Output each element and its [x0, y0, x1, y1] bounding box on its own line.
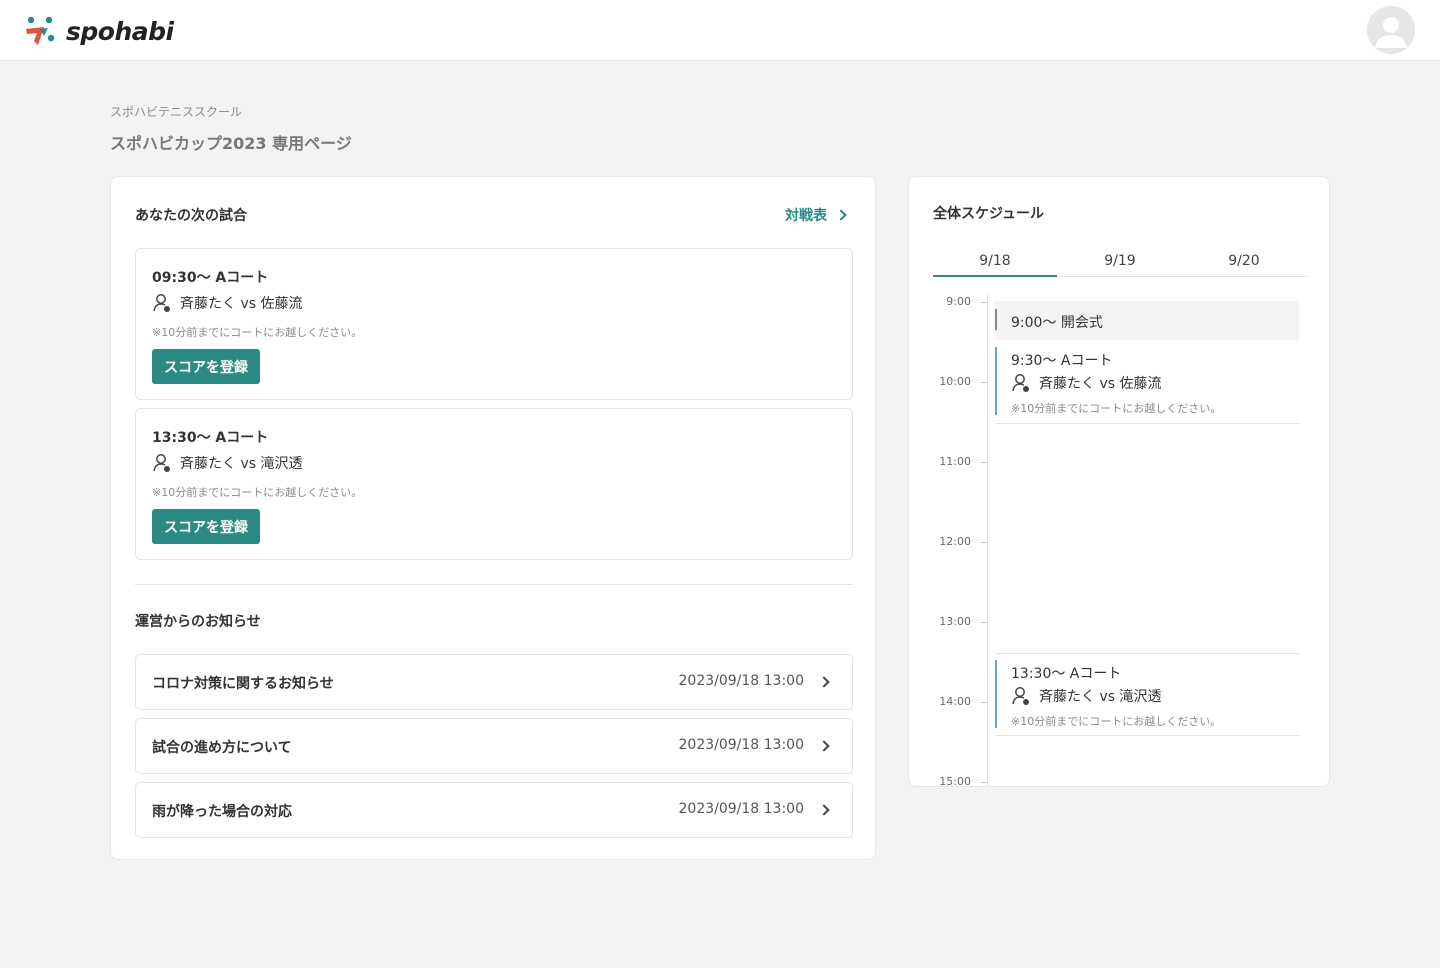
tab-date[interactable]: 9/20 — [1182, 245, 1306, 277]
next-match-title: あなたの次の試合 — [135, 208, 247, 224]
notice-date: 2023/09/18 13:00 — [678, 801, 805, 817]
hour-tick — [981, 302, 987, 303]
schedule-title: 全体スケジュール — [933, 206, 1045, 222]
hour-tick — [981, 622, 987, 623]
match-players: 斉藤たく vs 滝沢透 — [152, 453, 302, 473]
event-bar — [995, 660, 997, 728]
logo-text: spohabi — [66, 16, 174, 46]
event-title: 13:30〜 Aコート — [1011, 666, 1122, 682]
person-icon — [1012, 687, 1029, 705]
organization-name: スポハビテニススクール — [110, 105, 243, 119]
chevron-right-icon — [818, 804, 830, 816]
schedule-timeline[interactable]: 9:00 10:00 11:00 12:00 13:00 14:00 15:00… — [909, 287, 1329, 787]
hour-label: 9:00 — [946, 295, 971, 308]
match-time: 09:30〜 Aコート — [152, 270, 269, 286]
hour-label: 10:00 — [939, 375, 971, 388]
event-players: 斉藤たく vs 滝沢透 — [1011, 686, 1161, 706]
app-header: spohabi — [0, 0, 1440, 61]
players-label: 斉藤たく vs 佐藤流 — [1039, 376, 1162, 392]
chevron-right-icon — [818, 740, 830, 752]
chevron-right-icon — [818, 676, 830, 688]
event-note: ※10分前までにコートにお越しください。 — [1011, 402, 1222, 415]
register-score-button[interactable]: スコアを登録 — [152, 349, 260, 384]
notice-item[interactable]: コロナ対策に関するお知らせ 2023/09/18 13:00 — [135, 654, 853, 710]
register-score-button[interactable]: スコアを登録 — [152, 509, 260, 544]
match-card: 09:30〜 Aコート 斉藤たく vs 佐藤流 ※10分前までにコートにお越しく… — [135, 248, 853, 400]
tab-date[interactable]: 9/18 — [933, 245, 1057, 277]
players-label: 斉藤たく vs 滝沢透 — [1039, 689, 1162, 705]
event-title: 9:00〜 開会式 — [1011, 315, 1103, 331]
schedule-event-match[interactable]: 13:30〜 Aコート 斉藤たく vs 滝沢透 ※10分前までにコートにお越しく… — [995, 653, 1299, 736]
hour-tick — [981, 782, 987, 783]
event-bar — [995, 347, 997, 415]
hour-tick — [981, 462, 987, 463]
schedule-event-match[interactable]: 9:30〜 Aコート 斉藤たく vs 佐藤流 ※10分前までにコートにお越しくだ… — [995, 343, 1299, 424]
notice-title: コロナ対策に関するお知らせ — [152, 676, 334, 692]
notice-title: 試合の進め方について — [152, 740, 292, 756]
players-label: 斉藤たく vs 佐藤流 — [180, 296, 303, 312]
tab-date[interactable]: 9/19 — [1058, 245, 1182, 277]
match-note: ※10分前までにコートにお越しください。 — [152, 486, 363, 499]
hour-label: 15:00 — [939, 775, 971, 787]
notice-item[interactable]: 雨が降った場合の対応 2023/09/18 13:00 — [135, 782, 853, 838]
notice-date: 2023/09/18 13:00 — [678, 737, 805, 753]
hour-label: 14:00 — [939, 695, 971, 708]
match-time: 13:30〜 Aコート — [152, 430, 269, 446]
next-match-card: あなたの次の試合 対戦表 09:30〜 Aコート 斉藤たく vs 佐藤流 ※10… — [110, 176, 876, 860]
notices-title: 運営からのお知らせ — [135, 614, 261, 630]
date-tabs: 9/18 9/19 9/20 — [933, 245, 1307, 277]
hour-label: 13:00 — [939, 615, 971, 628]
notice-item[interactable]: 試合の進め方について 2023/09/18 13:00 — [135, 718, 853, 774]
hour-tick — [981, 702, 987, 703]
schedule-card: 全体スケジュール 9/18 9/19 9/20 9:00 10:00 11:00… — [908, 176, 1330, 787]
bracket-link[interactable]: 対戦表 — [785, 205, 847, 225]
event-title: 9:30〜 Aコート — [1011, 353, 1113, 369]
notice-date: 2023/09/18 13:00 — [678, 673, 805, 689]
hour-tick — [981, 542, 987, 543]
event-bar — [995, 309, 997, 330]
notice-title: 雨が降った場合の対応 — [152, 804, 292, 820]
match-note: ※10分前までにコートにお越しください。 — [152, 326, 363, 339]
event-players: 斉藤たく vs 佐藤流 — [1011, 373, 1161, 393]
user-avatar[interactable] — [1367, 6, 1415, 54]
logo[interactable]: spohabi — [24, 14, 174, 48]
hour-label: 11:00 — [939, 455, 971, 468]
person-icon — [1012, 374, 1029, 392]
bracket-link-label: 対戦表 — [785, 208, 827, 224]
hour-tick — [981, 382, 987, 383]
match-card: 13:30〜 Aコート 斉藤たく vs 滝沢透 ※10分前までにコートにお越しく… — [135, 408, 853, 560]
user-icon — [1367, 6, 1415, 54]
schedule-event-ceremony[interactable]: 9:00〜 開会式 — [995, 301, 1299, 340]
match-players: 斉藤たく vs 佐藤流 — [152, 293, 302, 313]
spohabi-logo-icon — [26, 16, 55, 45]
page-title: スポハビカップ2023 専用ページ — [110, 134, 352, 153]
hour-label: 12:00 — [939, 535, 971, 548]
event-note: ※10分前までにコートにお越しください。 — [1011, 715, 1222, 728]
person-icon — [153, 294, 170, 312]
players-label: 斉藤たく vs 滝沢透 — [180, 456, 303, 472]
timeline-axis — [987, 293, 988, 786]
person-icon — [153, 454, 170, 472]
section-divider — [135, 584, 853, 585]
chevron-right-icon — [835, 209, 847, 221]
